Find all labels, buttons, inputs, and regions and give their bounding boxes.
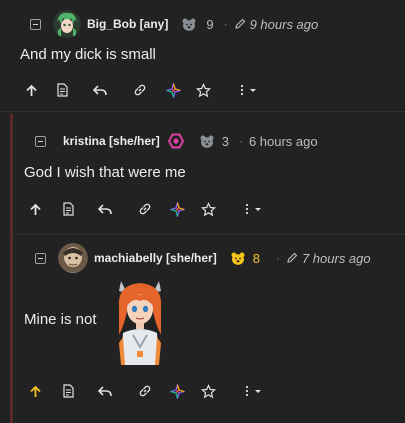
comment-header: Big_Bob [any] 9 · 9 hours ago <box>30 10 318 38</box>
collapse-toggle[interactable] <box>35 135 46 147</box>
reply-icon[interactable] <box>96 200 114 218</box>
action-bar <box>13 200 403 218</box>
comment-3: machiabelly [she/her] 8 · 7 hours ago Mi… <box>10 235 405 423</box>
comment-header: machiabelly [she/her] 8 · 7 hours ago <box>35 243 371 273</box>
separator-dot: · <box>275 251 280 265</box>
view-source-icon[interactable] <box>59 382 77 400</box>
link-icon[interactable] <box>136 200 154 218</box>
username[interactable]: Big_Bob [any] <box>87 17 168 31</box>
username[interactable]: machiabelly [she/her] <box>94 251 217 265</box>
more-options-dropdown[interactable] <box>241 200 269 218</box>
comment-1: Big_Bob [any] 9 · 9 hours ago And my dic… <box>0 0 405 112</box>
gold-bear-icon <box>231 252 245 265</box>
link-icon[interactable] <box>136 382 154 400</box>
reply-icon[interactable] <box>96 382 114 400</box>
username[interactable]: kristina [she/her] <box>63 134 160 148</box>
score: 3 <box>221 133 229 149</box>
collapse-toggle[interactable] <box>35 252 46 264</box>
collapse-toggle[interactable] <box>30 18 41 30</box>
gray-bear-icon <box>200 135 214 148</box>
comment-header: kristina [she/her] 3 · 6 hours ago <box>35 133 318 149</box>
score: 8 <box>252 250 260 266</box>
cross-post-icon[interactable] <box>168 382 186 400</box>
upvote-icon[interactable] <box>22 81 40 99</box>
timestamp[interactable]: 9 hours ago <box>250 17 319 32</box>
star-save-icon[interactable] <box>199 382 217 400</box>
view-source-icon[interactable] <box>59 200 77 218</box>
view-source-icon[interactable] <box>53 81 71 99</box>
avatar[interactable] <box>53 10 81 38</box>
score: 9 <box>206 16 214 32</box>
action-bar <box>13 382 403 400</box>
comment-body: Mine is not <box>24 311 97 328</box>
separator-dot: · <box>223 17 228 31</box>
comment-body: And my dick is small <box>20 46 156 63</box>
avatar[interactable] <box>58 243 88 273</box>
orange-haired-anime-girl-emoji <box>111 277 169 365</box>
upvote-icon[interactable] <box>26 200 44 218</box>
pencil-edit-icon <box>234 18 246 30</box>
gray-bear-icon <box>182 18 196 31</box>
star-save-icon[interactable] <box>199 200 217 218</box>
upvote-icon-active[interactable] <box>26 382 44 400</box>
timestamp[interactable]: 6 hours ago <box>249 134 318 149</box>
star-save-icon[interactable] <box>194 81 212 99</box>
cross-post-icon[interactable] <box>164 81 182 99</box>
action-bar <box>0 81 405 99</box>
separator-dot: · <box>238 134 243 148</box>
timestamp[interactable]: 7 hours ago <box>302 251 371 266</box>
comment-2: kristina [she/her] 3 · 6 hours ago God I… <box>10 114 405 235</box>
more-options-dropdown[interactable] <box>236 81 264 99</box>
reply-icon[interactable] <box>91 81 109 99</box>
link-icon[interactable] <box>131 81 149 99</box>
comment-body: God I wish that were me <box>24 164 186 181</box>
pencil-edit-icon <box>286 252 298 264</box>
more-options-dropdown[interactable] <box>241 382 269 400</box>
cross-post-icon[interactable] <box>168 200 186 218</box>
pink-hexagon-icon <box>167 133 184 149</box>
